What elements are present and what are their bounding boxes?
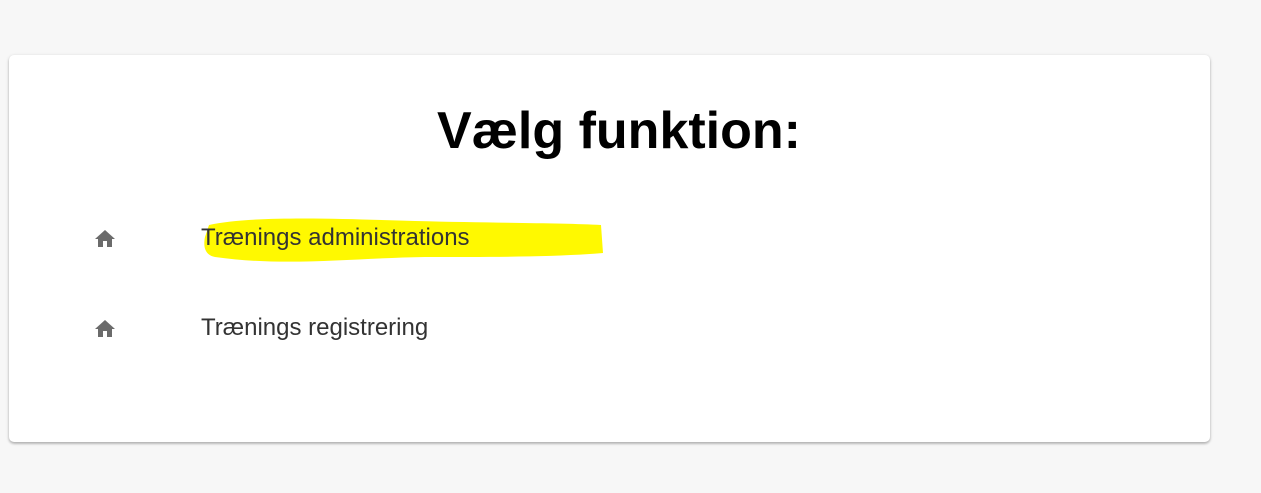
home-icon	[93, 317, 117, 341]
menu-item-label: Trænings administrations	[201, 224, 470, 251]
function-selection-card: Vælg funktion: Trænings administrations …	[9, 55, 1210, 442]
menu-item-traenings-administrations[interactable]: Trænings administrations	[9, 213, 709, 263]
menu-item-label: Trænings registrering	[201, 314, 429, 341]
home-icon	[93, 227, 117, 251]
menu-item-traenings-registrering[interactable]: Trænings registrering	[9, 303, 709, 353]
page-title: Vælg funktion:	[437, 102, 801, 160]
